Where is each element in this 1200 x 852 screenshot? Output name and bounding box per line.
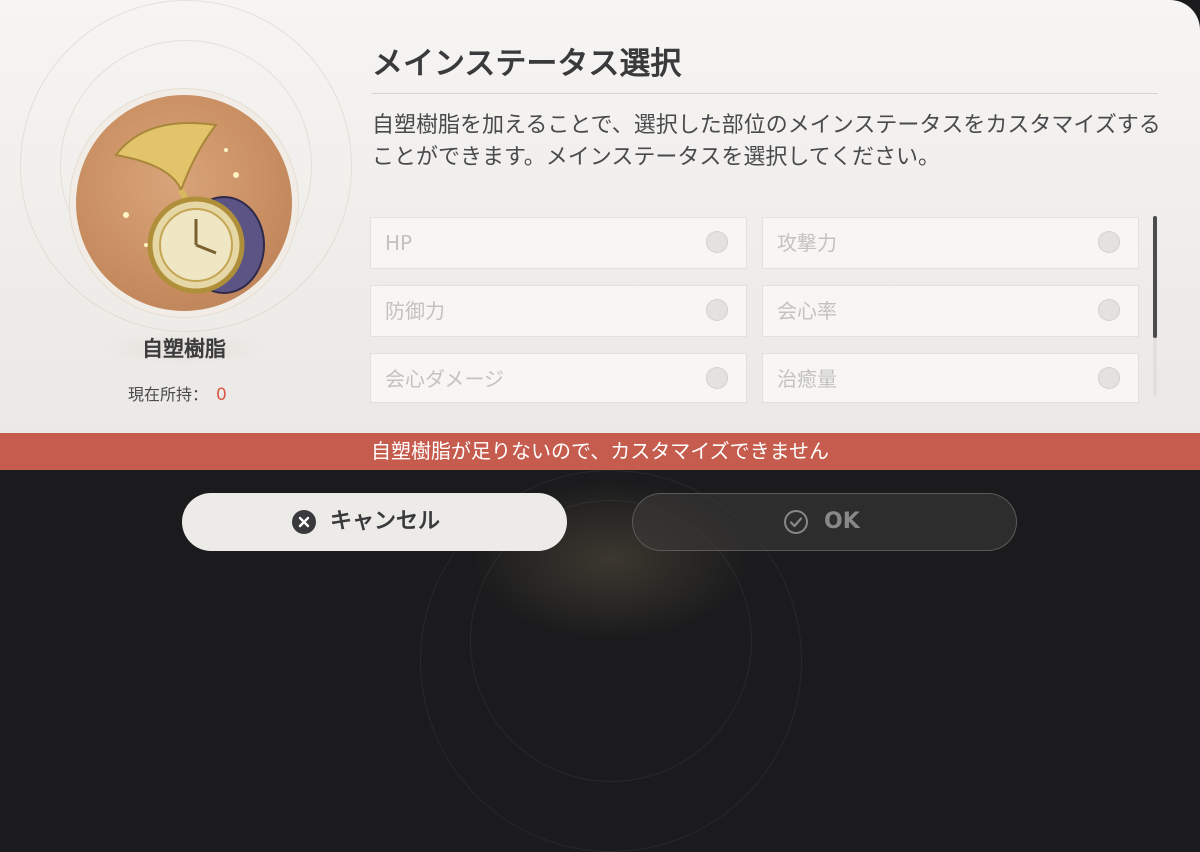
stat-option-label: HP xyxy=(385,231,413,255)
dialog-panel: 自塑樹脂 現在所持： 0 メインステータス選択 自塑樹脂を加えることで、選択した部… xyxy=(0,0,1200,435)
item-name: 自塑樹脂 xyxy=(100,332,268,366)
owned-label: 現在所持： xyxy=(128,385,209,404)
hourglass-pocketwatch-icon xyxy=(114,122,265,294)
warning-banner: 自塑樹脂が足りないので、カスタマイズできません xyxy=(0,433,1200,470)
title-divider xyxy=(372,93,1158,94)
item-icon-frame xyxy=(76,95,292,311)
check-circle-icon xyxy=(784,510,808,534)
cancel-button[interactable]: キャンセル xyxy=(182,493,567,551)
radio-button[interactable] xyxy=(706,231,728,253)
radio-button[interactable] xyxy=(706,299,728,321)
stat-option-label: 攻撃力 xyxy=(777,231,837,255)
ok-button-label: OK xyxy=(824,509,860,534)
close-circle-icon xyxy=(292,510,316,534)
cancel-button-label: キャンセル xyxy=(330,509,441,534)
stat-option-label: 防御力 xyxy=(385,299,445,323)
owned-count-line: 現在所持： 0 xyxy=(128,381,227,405)
radio-button[interactable] xyxy=(1098,231,1120,253)
stat-option-crit-rate[interactable]: 会心率 xyxy=(763,286,1138,336)
stat-option-healing[interactable]: 治癒量 xyxy=(763,354,1138,402)
dialog-description: 自塑樹脂を加えることで、選択した部位のメインステータスをカスタマイズすることがで… xyxy=(372,113,1161,170)
stat-option-atk[interactable]: 攻撃力 xyxy=(763,218,1138,268)
stat-option-crit-dmg[interactable]: 会心ダメージ xyxy=(371,354,746,402)
radio-button[interactable] xyxy=(706,367,728,389)
stat-option-def[interactable]: 防御力 xyxy=(371,286,746,336)
radio-button[interactable] xyxy=(1098,367,1120,389)
stat-option-label: 会心ダメージ xyxy=(385,367,504,391)
stat-option-hp[interactable]: HP xyxy=(371,218,746,268)
stat-option-label: 会心率 xyxy=(777,299,837,323)
owned-count: 0 xyxy=(216,385,227,405)
scrollbar-thumb[interactable] xyxy=(1153,216,1157,338)
dialog-title: メインステータス選択 xyxy=(372,46,682,82)
stat-option-label: 治癒量 xyxy=(777,367,837,391)
ok-button[interactable]: OK xyxy=(632,493,1017,551)
radio-button[interactable] xyxy=(1098,299,1120,321)
